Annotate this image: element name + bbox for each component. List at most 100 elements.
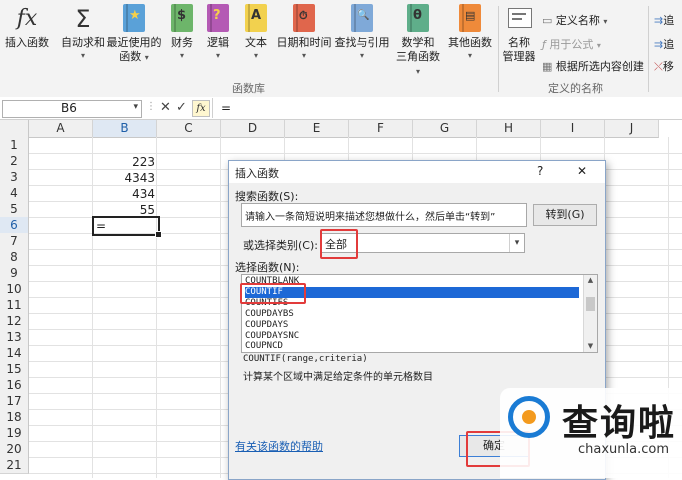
cell-b3[interactable]: 4343: [93, 170, 155, 186]
row-header-5[interactable]: 5: [0, 201, 29, 218]
row-header-2[interactable]: 2: [0, 153, 29, 170]
enter-icon[interactable]: ✓: [176, 100, 187, 115]
insert-function-label: 插入函数: [5, 36, 49, 49]
column-header-j[interactable]: J: [605, 120, 659, 138]
active-cell-b6[interactable]: =: [92, 216, 162, 238]
book-star-icon: ★: [119, 4, 149, 34]
column-header-e[interactable]: E: [285, 120, 349, 138]
trace-precedents-button[interactable]: ⇉追: [654, 12, 674, 28]
column-header-d[interactable]: D: [221, 120, 285, 138]
row-header-11[interactable]: 11: [0, 297, 29, 314]
column-header-b[interactable]: B: [93, 120, 157, 138]
datetime-label: 日期和时间: [276, 36, 332, 49]
function-list-scrollbar[interactable]: ▲ ▼: [583, 275, 597, 352]
trace-dependents-button[interactable]: ⇉追: [654, 36, 674, 52]
book-search-icon: 🔍: [347, 4, 377, 34]
row-header-6[interactable]: 6: [0, 217, 29, 234]
column-header-c[interactable]: C: [157, 120, 221, 138]
countif-highlight-box: [240, 283, 306, 304]
text-button[interactable]: A 文本 ▾: [240, 4, 272, 62]
more-options-icon[interactable]: ⋮: [146, 101, 156, 115]
column-header-g[interactable]: G: [413, 120, 477, 138]
math-label2: 三角函数 ▾: [396, 50, 440, 76]
row-header-10[interactable]: 10: [0, 281, 29, 298]
search-function-input[interactable]: 请输入一条简短说明来描述您想做什么，然后单击“转到”: [241, 203, 527, 227]
logical-label: 逻辑: [207, 36, 229, 49]
close-icon[interactable]: ✕: [577, 164, 587, 178]
name-tag-icon: [504, 4, 534, 34]
search-function-label: 搜索函数(S):: [235, 190, 299, 203]
cell-b2[interactable]: 223: [93, 154, 155, 170]
scroll-thumb[interactable]: [586, 297, 595, 311]
row-header-18[interactable]: 18: [0, 409, 29, 426]
formula-input[interactable]: =: [221, 101, 231, 115]
row-header-19[interactable]: 19: [0, 425, 29, 442]
column-header-f[interactable]: F: [349, 120, 413, 138]
help-icon[interactable]: ?: [537, 164, 543, 178]
function-list-item[interactable]: COUPDAYBS: [245, 309, 579, 320]
column-header-i[interactable]: I: [541, 120, 605, 138]
name-manager-label1: 名称: [508, 36, 530, 49]
cancel-icon[interactable]: ✕: [160, 100, 171, 115]
row-header-3[interactable]: 3: [0, 169, 29, 186]
row-header-13[interactable]: 13: [0, 329, 29, 346]
autosum-label: 自动求和: [61, 36, 105, 49]
use-in-formula-button[interactable]: ƒ 用于公式 ▾: [542, 36, 601, 52]
books-stack-icon: ▤: [455, 4, 485, 34]
recently-used-label1: 最近使用的: [106, 36, 162, 49]
financial-label: 财务: [171, 36, 193, 49]
define-name-button[interactable]: ▭ 定义名称 ▾: [542, 12, 607, 28]
function-help-link[interactable]: 有关该函数的帮助: [235, 438, 323, 454]
datetime-button[interactable]: ⏱ 日期和时间 ▾: [276, 4, 332, 62]
group-separator: [498, 6, 499, 92]
row-header-9[interactable]: 9: [0, 265, 29, 282]
remove-arrows-icon: ⤬: [654, 60, 663, 73]
financial-button[interactable]: $ 财务 ▾: [166, 4, 198, 62]
select-all-corner[interactable]: [0, 120, 29, 138]
cell-b4[interactable]: 434: [93, 186, 155, 202]
row-header-4[interactable]: 4: [0, 185, 29, 202]
chevron-down-icon[interactable]: ▾: [509, 234, 524, 252]
name-manager-button[interactable]: 名称 管理器: [500, 4, 538, 64]
row-header-12[interactable]: 12: [0, 313, 29, 330]
remove-arrows-button[interactable]: ⤬移: [654, 58, 674, 74]
more-functions-button[interactable]: ▤ 其他函数 ▾: [446, 4, 494, 62]
row-header-21[interactable]: 21: [0, 457, 29, 474]
row-header-16[interactable]: 16: [0, 377, 29, 394]
go-button[interactable]: 转到(G): [533, 204, 597, 226]
lookup-label: 查找与引用: [334, 36, 390, 49]
watermark-brand: 查询啦: [562, 403, 677, 444]
row-header-20[interactable]: 20: [0, 441, 29, 458]
chevron-down-icon[interactable]: ▾: [133, 102, 138, 112]
row-header-7[interactable]: 7: [0, 233, 29, 250]
autosum-button[interactable]: Σ 自动求和 ▾: [58, 4, 108, 62]
trace-icon: ⇉: [654, 14, 664, 27]
insert-function-icon[interactable]: fx: [192, 100, 210, 117]
insert-function-button[interactable]: fx 插入函数: [2, 4, 52, 50]
ribbon: fx 插入函数 Σ 自动求和 ▾ ★ 最近使用的 函数 ▾ $ 财务 ▾ ? 逻…: [0, 0, 682, 98]
dropdown-arrow-icon: ▾: [301, 51, 306, 60]
row-header-15[interactable]: 15: [0, 361, 29, 378]
function-list-item[interactable]: COUPDAYS: [245, 320, 579, 331]
create-from-selection-button[interactable]: ▦ 根据所选内容创建: [542, 58, 644, 74]
recently-used-button[interactable]: ★ 最近使用的 函数 ▾: [106, 4, 162, 65]
function-list-item[interactable]: COUPNCD: [245, 341, 579, 352]
function-syntax: COUNTIF(range,criteria): [243, 354, 368, 364]
scroll-up-icon[interactable]: ▲: [584, 275, 597, 286]
book-theta-icon: θ: [403, 4, 433, 34]
formula-icon: ƒ: [542, 38, 546, 51]
text-label: 文本: [245, 36, 267, 49]
lookup-button[interactable]: 🔍 查找与引用 ▾: [334, 4, 390, 62]
name-box[interactable]: B6 ▾: [2, 100, 142, 118]
row-header-8[interactable]: 8: [0, 249, 29, 266]
row-header-14[interactable]: 14: [0, 345, 29, 362]
logical-button[interactable]: ? 逻辑 ▾: [202, 4, 234, 62]
math-trig-button[interactable]: θ 数学和 三角函数 ▾: [394, 4, 442, 79]
row-header-17[interactable]: 17: [0, 393, 29, 410]
row-header-1[interactable]: 1: [0, 137, 29, 154]
category-highlight-box: [320, 229, 358, 259]
column-header-h[interactable]: H: [477, 120, 541, 138]
column-header-a[interactable]: A: [29, 120, 93, 138]
scroll-down-icon[interactable]: ▼: [584, 341, 597, 352]
fill-handle[interactable]: [155, 231, 162, 238]
